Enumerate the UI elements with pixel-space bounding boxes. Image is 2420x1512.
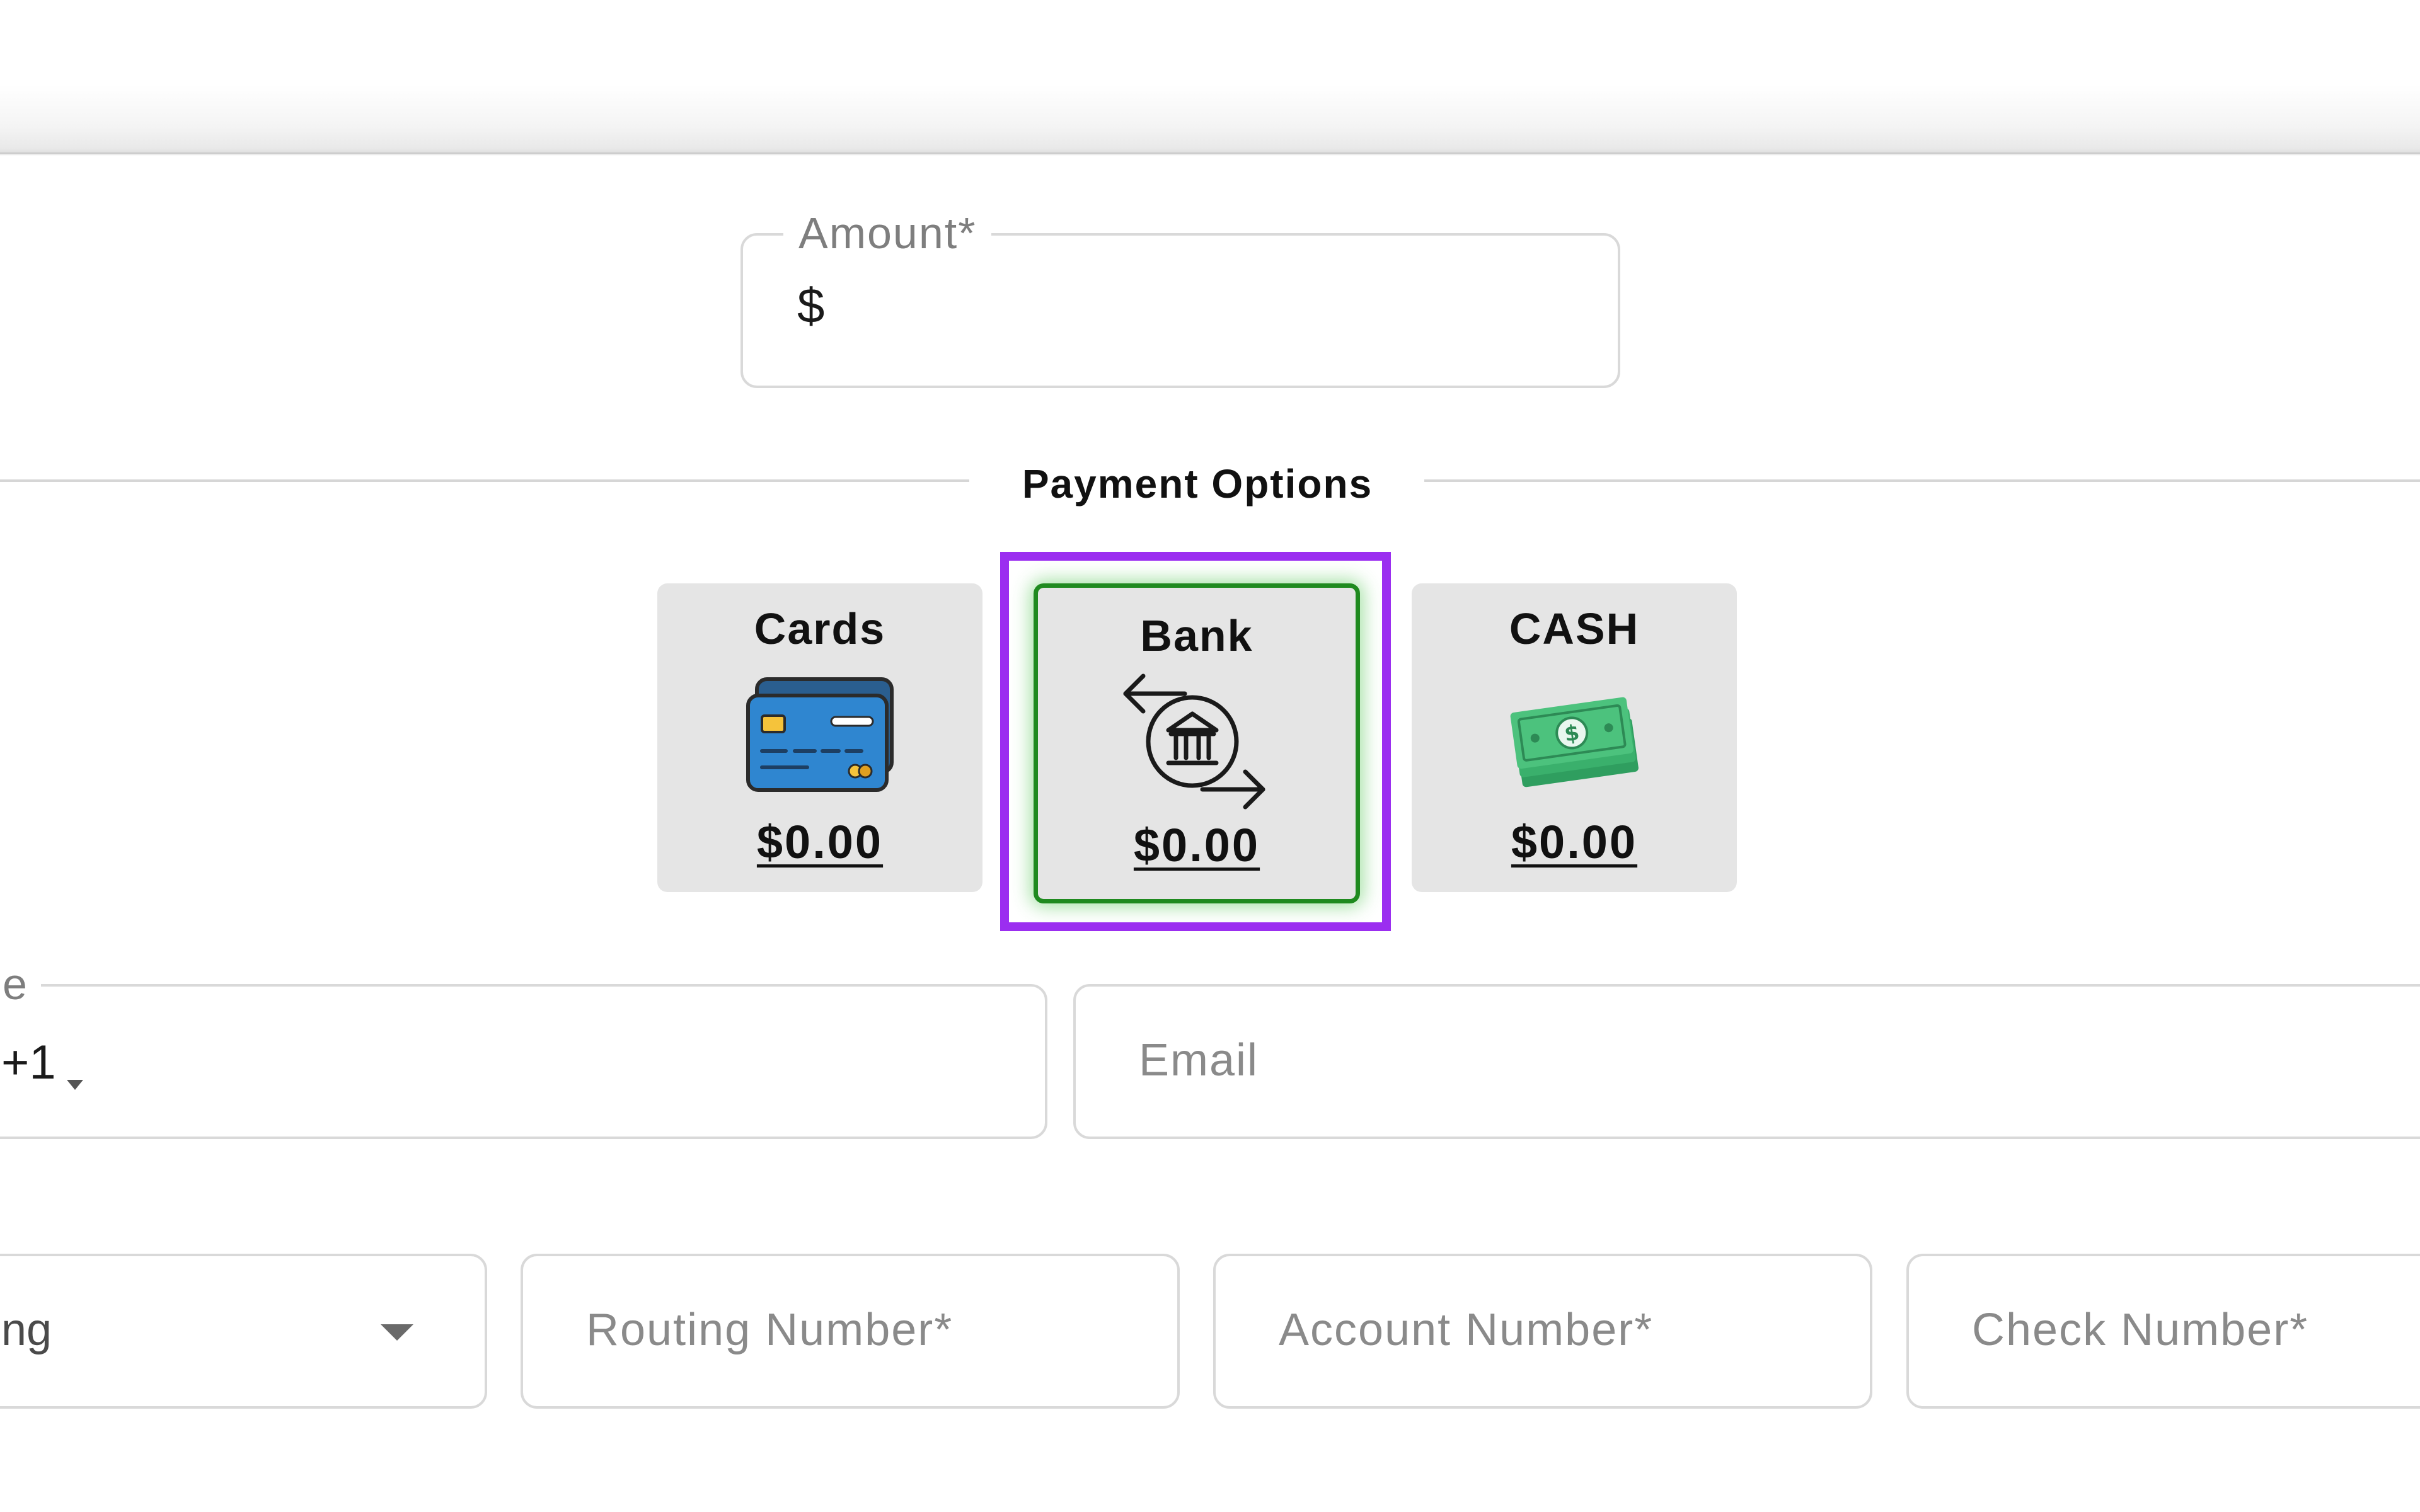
- bank-option-focus-ring: [1000, 552, 1391, 931]
- payment-option-cash[interactable]: CASH $ $0.00: [1412, 583, 1737, 892]
- account-type-dropdown-icon[interactable]: [381, 1324, 413, 1341]
- amount-label: Amount*: [783, 207, 992, 260]
- divider-right: [1424, 479, 2420, 482]
- amount-currency-prefix: $: [797, 278, 825, 333]
- option-amount-cards: $0.00: [756, 816, 884, 868]
- credit-cards-icon: [744, 677, 896, 799]
- payment-form-page: Amount* $ Payment Options Cards $0.00 Ba…: [0, 0, 2420, 1512]
- payment-options-title: Payment Options: [1022, 461, 1373, 507]
- divider-left: [0, 479, 969, 482]
- email-field[interactable]: Email: [1073, 984, 2420, 1139]
- phone-field[interactable]: e +1: [0, 958, 1047, 1139]
- option-amount-cash: $0.00: [1511, 816, 1638, 868]
- check-number-placeholder: Check Number*: [1972, 1305, 2309, 1355]
- option-label-cards: Cards: [754, 604, 886, 653]
- check-number-field[interactable]: Check Number*: [1906, 1254, 2420, 1409]
- routing-number-field[interactable]: Routing Number*: [521, 1254, 1180, 1409]
- country-code-dropdown-icon[interactable]: [67, 1080, 83, 1090]
- account-type-select[interactable]: ng: [0, 1254, 487, 1409]
- top-bar: [0, 0, 2420, 154]
- phone-label: e: [0, 958, 41, 1011]
- routing-number-placeholder: Routing Number*: [586, 1305, 954, 1355]
- cash-icon: $: [1508, 690, 1640, 794]
- option-label-cash: CASH: [1509, 604, 1640, 653]
- email-placeholder: Email: [1139, 1035, 1259, 1085]
- account-number-field[interactable]: Account Number*: [1213, 1254, 1872, 1409]
- top-bar-shadow: [0, 152, 2420, 156]
- account-type-value: ng: [1, 1305, 52, 1355]
- amount-field[interactable]: Amount* $: [740, 207, 1620, 388]
- phone-country-code[interactable]: +1: [1, 1034, 56, 1091]
- account-number-placeholder: Account Number*: [1279, 1305, 1654, 1355]
- payment-option-cards[interactable]: Cards $0.00: [657, 583, 982, 892]
